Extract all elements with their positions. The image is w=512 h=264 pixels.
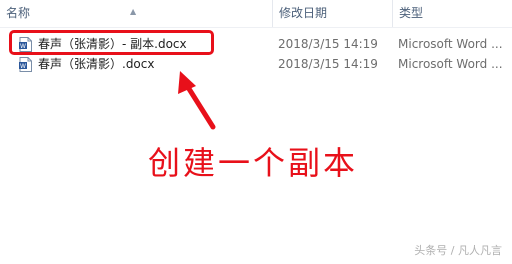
svg-text:W: W xyxy=(20,63,26,70)
file-list-header: 名称 ▲ 修改日期 类型 xyxy=(0,0,512,28)
column-header-name[interactable]: 名称 ▲ xyxy=(0,0,272,27)
word-doc-icon: W xyxy=(19,57,32,72)
file-modified: 2018/3/15 14:19 xyxy=(278,37,378,51)
sort-up-icon: ▲ xyxy=(130,7,137,16)
column-header-date[interactable]: 修改日期 xyxy=(272,0,392,27)
column-header-name-label: 名称 xyxy=(6,6,31,20)
column-header-type-label: 类型 xyxy=(399,6,424,20)
file-name: 春声（张清影）.docx xyxy=(38,57,155,71)
file-type: Microsoft Word ... xyxy=(398,37,503,51)
file-type: Microsoft Word ... xyxy=(398,57,503,71)
annotation-text: 创建一个副本 xyxy=(148,144,359,182)
highlight-box xyxy=(9,30,214,55)
file-row[interactable]: W 春声（张清影）.docx 2018/3/15 14:19 Microsoft… xyxy=(0,54,512,74)
column-header-date-label: 修改日期 xyxy=(279,6,328,20)
column-header-type[interactable]: 类型 xyxy=(392,0,512,27)
watermark: 头条号 / 凡人凡言 xyxy=(414,244,502,257)
file-modified: 2018/3/15 14:19 xyxy=(278,57,378,71)
